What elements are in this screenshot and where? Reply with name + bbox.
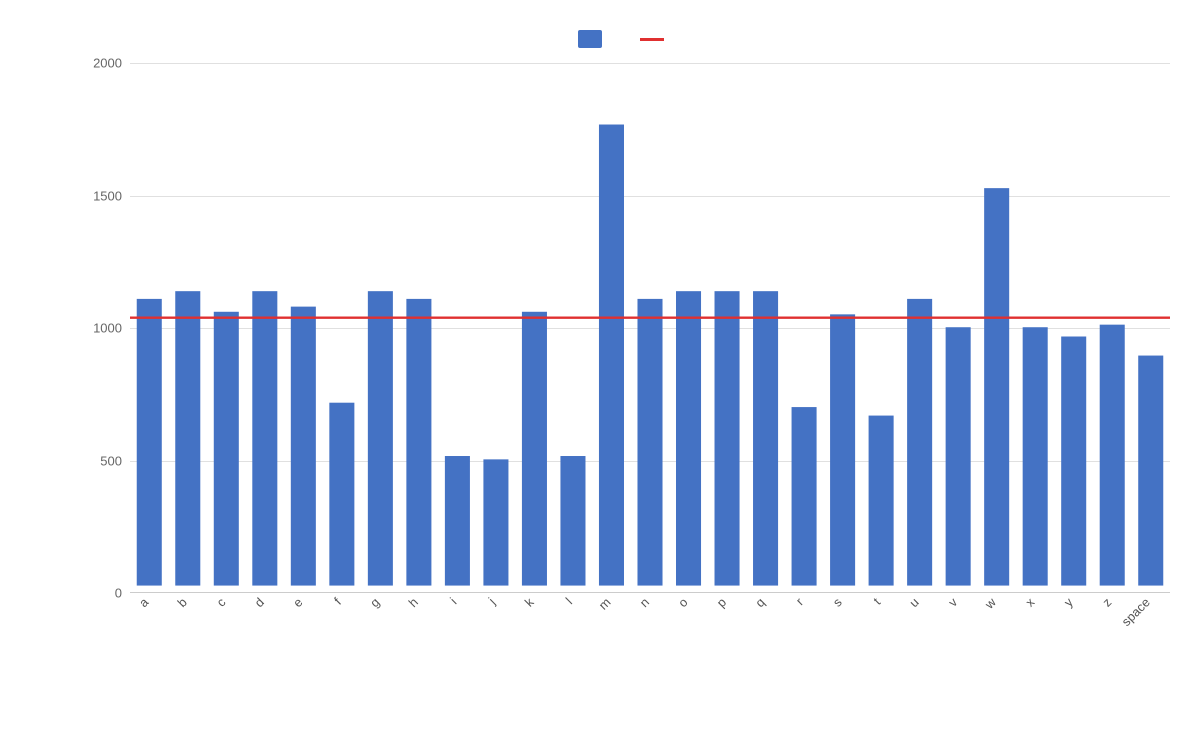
bar-label: h xyxy=(406,595,421,610)
bar-label: x xyxy=(1023,595,1038,610)
bar xyxy=(676,291,701,585)
bar xyxy=(1138,356,1163,586)
bar-label: j xyxy=(485,595,498,608)
bar xyxy=(599,125,624,586)
chart-container: 0500100015002000 abcdefghijklmnopqrstuvw… xyxy=(0,0,1200,742)
bar xyxy=(175,291,200,585)
bar xyxy=(522,312,547,586)
bar xyxy=(368,291,393,585)
bar-label: q xyxy=(753,595,768,610)
bar xyxy=(637,299,662,586)
y-tick-label: 1500 xyxy=(93,188,122,203)
bar-label: g xyxy=(368,595,383,610)
bar xyxy=(715,291,740,585)
legend-line-icon xyxy=(640,38,664,41)
bar-label: i xyxy=(448,595,460,607)
bar xyxy=(560,456,585,586)
bar xyxy=(252,291,277,585)
bar xyxy=(406,299,431,586)
bar xyxy=(984,188,1009,585)
bar-label: m xyxy=(596,595,613,612)
bar xyxy=(329,403,354,586)
bar-label: c xyxy=(214,595,228,609)
bar xyxy=(753,291,778,585)
bar-label: w xyxy=(982,595,1000,613)
bar xyxy=(869,416,894,586)
bar xyxy=(907,299,932,586)
bar xyxy=(1061,336,1086,585)
bar-label: d xyxy=(252,595,267,610)
bar xyxy=(792,407,817,585)
bar-label: r xyxy=(793,595,806,608)
bar xyxy=(291,307,316,586)
y-tick-label: 1000 xyxy=(93,321,122,336)
bar-label: u xyxy=(907,595,922,610)
y-axis: 0500100015002000 xyxy=(80,63,130,593)
bar-label: l xyxy=(563,595,575,607)
bars-svg: abcdefghijklmnopqrstuvwxyzspace xyxy=(130,63,1170,593)
bar-label: b xyxy=(175,595,190,610)
y-tick-label: 500 xyxy=(100,453,122,468)
bar-label: e xyxy=(291,595,306,610)
bar xyxy=(830,314,855,585)
bar xyxy=(1023,327,1048,585)
bar xyxy=(445,456,470,586)
bar-label: v xyxy=(946,595,961,610)
bar xyxy=(483,459,508,585)
bar-label: k xyxy=(522,595,537,610)
legend-bar-item xyxy=(578,30,610,48)
bar-label: o xyxy=(676,595,691,610)
bar xyxy=(137,299,162,586)
bar-label: space xyxy=(1119,595,1153,629)
bar-label: a xyxy=(137,595,153,611)
bar-label: t xyxy=(871,595,884,608)
legend-bar-icon xyxy=(578,30,602,48)
bar xyxy=(1100,325,1125,586)
bar-label: z xyxy=(1100,595,1114,609)
legend-line-item xyxy=(640,38,672,41)
bar-label: y xyxy=(1061,595,1076,610)
legend xyxy=(80,30,1170,48)
bar-label: s xyxy=(830,595,844,609)
y-tick-label: 2000 xyxy=(93,56,122,71)
chart-area: 0500100015002000 abcdefghijklmnopqrstuvw… xyxy=(80,63,1170,593)
y-tick-label: 0 xyxy=(115,586,122,601)
bar-label: f xyxy=(332,595,345,608)
bar xyxy=(214,312,239,586)
bar xyxy=(946,327,971,585)
bar-label: n xyxy=(637,595,652,610)
bar-label: p xyxy=(714,595,729,610)
